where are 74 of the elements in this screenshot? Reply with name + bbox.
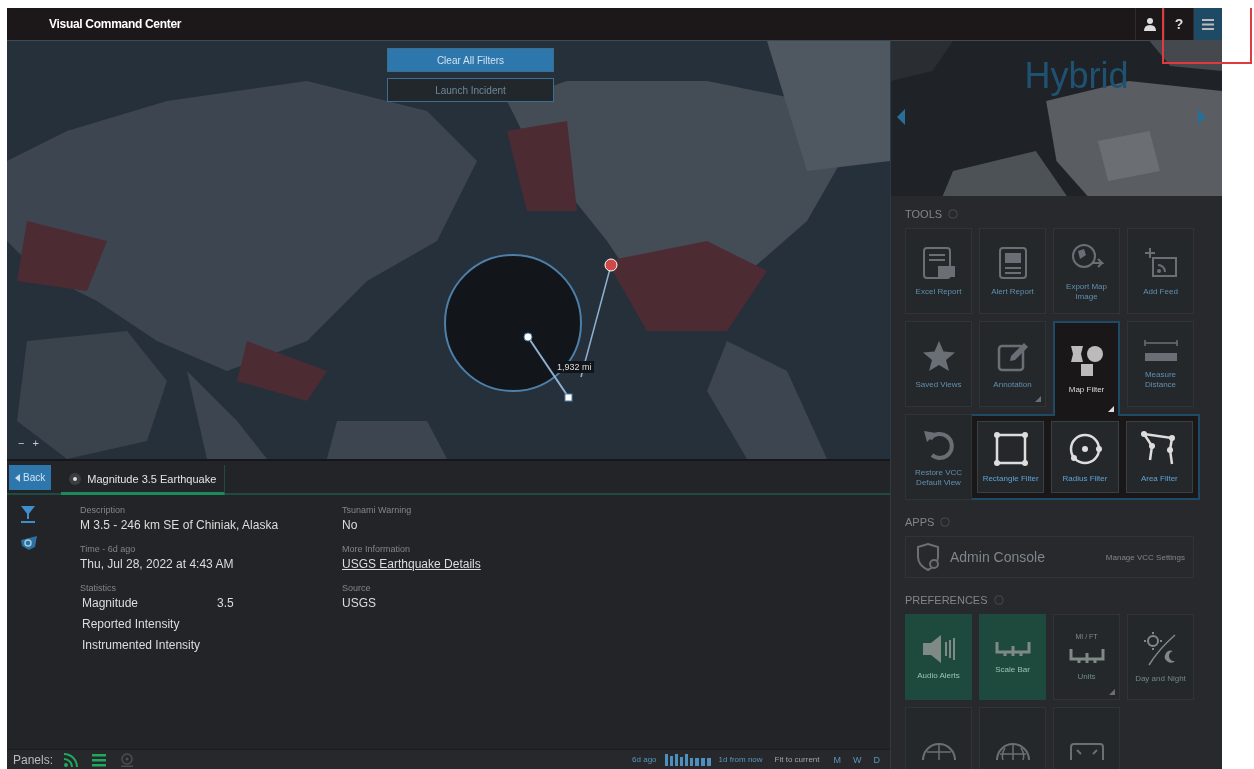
menu-button[interactable]	[1193, 8, 1222, 40]
caret-icon	[15, 473, 20, 482]
timeline-bars-icon	[664, 753, 711, 766]
add-feed-icon	[1143, 245, 1178, 280]
preference-tile[interactable]	[979, 707, 1046, 769]
range-button[interactable]: M	[831, 754, 843, 765]
preference-tile[interactable]: Day and Night	[1127, 614, 1194, 700]
dot-icon	[69, 472, 82, 485]
tool-tile[interactable]: Export Map Image	[1053, 228, 1120, 314]
funnel-icon[interactable]	[20, 505, 36, 523]
field-value: Thu, Jul 28, 2022 at 4:43 AM	[80, 557, 235, 571]
app-card[interactable]: Admin Console Manage VCC Settings	[905, 536, 1194, 578]
tool-tile[interactable]: Measure Distance	[1127, 321, 1194, 407]
shield-gear-icon	[914, 543, 942, 571]
menu-icon	[1202, 18, 1214, 30]
detail-tab[interactable]: Magnitude 3.5 Earthquake	[61, 465, 226, 495]
shapes-icon	[1068, 344, 1105, 379]
filter-option[interactable]: Radius Filter	[1051, 421, 1119, 493]
map-pin-icon[interactable]	[20, 535, 38, 551]
app-name: Admin Console	[950, 549, 1046, 565]
back-button[interactable]: Back	[9, 465, 52, 490]
section-heading: APPS	[905, 516, 935, 528]
field-label: Time - 6d ago	[80, 544, 137, 554]
globe-icon	[920, 740, 957, 760]
speaker-icon	[920, 633, 957, 664]
tool-tile[interactable]: Restore VCC Default View	[905, 414, 972, 500]
field-label: Tsunami Warning	[342, 505, 413, 515]
scale-bar-icon	[994, 639, 1031, 658]
tool-tile[interactable]: Add Feed	[1127, 228, 1194, 314]
stat-name: Reported Intensity	[82, 617, 181, 631]
field-value: USGS	[342, 596, 377, 610]
filter-option[interactable]: Rectangle Filter	[977, 421, 1045, 493]
field-label: Description	[80, 505, 127, 515]
tool-tile[interactable]: Alert Report	[979, 228, 1046, 314]
details-link[interactable]: USGS Earthquake Details	[342, 557, 604, 571]
tool-tile[interactable]: Excel Report	[905, 228, 972, 314]
tool-tile[interactable]: Saved Views	[905, 321, 972, 407]
preference-tile[interactable]	[1053, 707, 1120, 769]
range-button[interactable]: W	[851, 754, 864, 765]
field-value: No	[342, 518, 359, 532]
submenu-corner-icon	[1108, 406, 1114, 412]
filter-option[interactable]: Area Filter	[1125, 421, 1193, 493]
submenu-corner-icon	[1035, 396, 1041, 402]
timeline-start-label: 6d ago	[632, 755, 657, 764]
user-icon	[1144, 17, 1156, 31]
previous-basemap-button[interactable]	[897, 109, 905, 125]
preference-tile[interactable]: Audio Alerts	[905, 614, 972, 700]
basemap-title: Hybrid	[1023, 55, 1130, 97]
app-action-link[interactable]: Manage VCC Settings	[1105, 552, 1185, 562]
scale-bar-icon	[1068, 646, 1105, 665]
field-value: M 3.5 - 246 km SE of Chiniak, Alaska	[80, 518, 280, 532]
tool-tile[interactable]: Map Filter	[1053, 321, 1120, 416]
field-label: Statistics	[80, 583, 117, 593]
globe-icon	[994, 740, 1031, 760]
stat-value: 3.5	[217, 596, 235, 610]
section-heading: PREFERENCES	[905, 594, 988, 606]
submenu-corner-icon	[1109, 689, 1115, 695]
rectangle-icon	[991, 430, 1030, 469]
stat-name: Magnitude	[82, 596, 140, 610]
tool-tile[interactable]: Annotation	[979, 321, 1046, 407]
app-title: Visual Command Center	[48, 17, 183, 31]
preference-tile[interactable]: Scale Bar	[979, 614, 1046, 700]
preference-tile[interactable]	[905, 707, 972, 769]
expand-icon	[1068, 740, 1105, 760]
field-label: More Information	[342, 544, 412, 554]
field-label: Source	[342, 583, 372, 593]
panels-label: Panels:	[13, 752, 54, 767]
range-button[interactable]: D	[871, 754, 882, 765]
fit-to-current-button[interactable]: Fit to current	[770, 755, 824, 764]
timeline-end-label: 1d from now	[718, 755, 763, 764]
spreadsheet-icon	[921, 245, 956, 280]
ruler-icon	[1142, 338, 1179, 363]
section-heading: TOOLS	[905, 208, 943, 220]
stat-name: Instrumented Intensity	[82, 638, 202, 652]
